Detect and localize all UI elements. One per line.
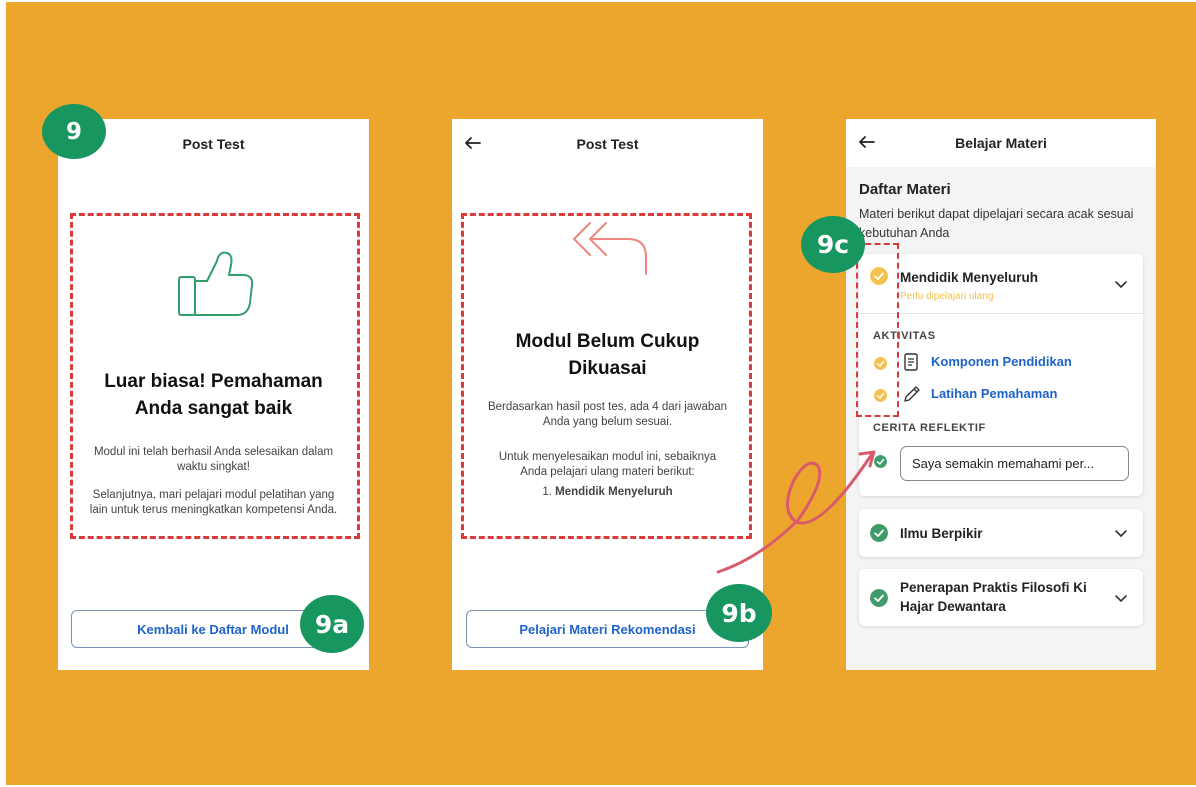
back-arrow-icon[interactable] bbox=[856, 131, 878, 153]
divider bbox=[859, 313, 1143, 314]
step-badge-9c: 9c bbox=[801, 216, 865, 273]
list-item: Mendidik Menyeluruh bbox=[555, 486, 673, 498]
section-title: Daftar Materi bbox=[859, 181, 951, 198]
reply-all-icon bbox=[573, 222, 647, 275]
next-step-message: Selanjutnya, mari pelajari modul pelatih… bbox=[89, 489, 338, 516]
module-card-ilmu-berpikir[interactable]: Ilmu Berpikir bbox=[859, 509, 1143, 557]
check-column-highlight bbox=[856, 243, 899, 417]
chevron-down-icon[interactable] bbox=[1114, 591, 1128, 605]
document-icon bbox=[904, 353, 918, 371]
result-heading: Modul Belum Cukup Dikuasai bbox=[515, 331, 700, 379]
chevron-down-icon[interactable] bbox=[1114, 526, 1128, 540]
module-status: Perlu dipelajari ulang bbox=[900, 291, 994, 302]
annotation-arrow bbox=[716, 450, 876, 574]
page-title: Post Test bbox=[576, 136, 639, 152]
chevron-up-icon[interactable] bbox=[1114, 277, 1128, 291]
reflective-story-field[interactable]: Saya semakin memahami per... bbox=[900, 446, 1129, 481]
step-badge-9: 9 bbox=[42, 104, 106, 159]
step-badge-9b: 9b bbox=[706, 584, 772, 642]
button-label: Pelajari Materi Rekomendasi bbox=[519, 621, 696, 637]
module-title[interactable]: Mendidik Menyeluruh bbox=[900, 268, 1038, 287]
module-card-penerapan-praktis[interactable]: Penerapan Praktis Filosofi Ki Hajar Dewa… bbox=[859, 569, 1143, 626]
step-badge-9a: 9a bbox=[300, 595, 364, 653]
reflective-story-label: CERITA REFLEKTIF bbox=[873, 422, 986, 434]
list-number: 1. bbox=[542, 486, 552, 498]
activity-link-komponen-pendidikan[interactable]: Komponen Pendidikan bbox=[931, 354, 1072, 369]
button-label: Kembali ke Daftar Modul bbox=[137, 621, 289, 637]
post-test-success-screen: Post Test Luar biasa! Pemahaman Anda san… bbox=[58, 119, 369, 670]
thumbs-up-icon bbox=[178, 251, 254, 316]
result-message: Modul ini telah berhasil Anda selesaikan… bbox=[93, 446, 334, 473]
result-heading: Luar biasa! Pemahaman Anda sangat baik bbox=[104, 371, 323, 419]
activity-link-latihan-pemahaman[interactable]: Latihan Pemahaman bbox=[931, 386, 1057, 401]
module-title: Penerapan Praktis Filosofi Ki Hajar Dewa… bbox=[900, 580, 1087, 614]
module-title: Ilmu Berpikir bbox=[900, 526, 983, 541]
page-title: Belajar Materi bbox=[955, 135, 1047, 151]
reflective-story-value: Saya semakin memahami per... bbox=[912, 456, 1095, 471]
check-circle-icon bbox=[870, 589, 888, 607]
back-arrow-icon[interactable] bbox=[462, 132, 484, 154]
result-message: Berdasarkan hasil post tes, ada 4 dari j… bbox=[487, 401, 728, 428]
section-subtitle: Materi berikut dapat dipelajari secara a… bbox=[859, 207, 1134, 240]
pencil-icon bbox=[904, 386, 920, 402]
